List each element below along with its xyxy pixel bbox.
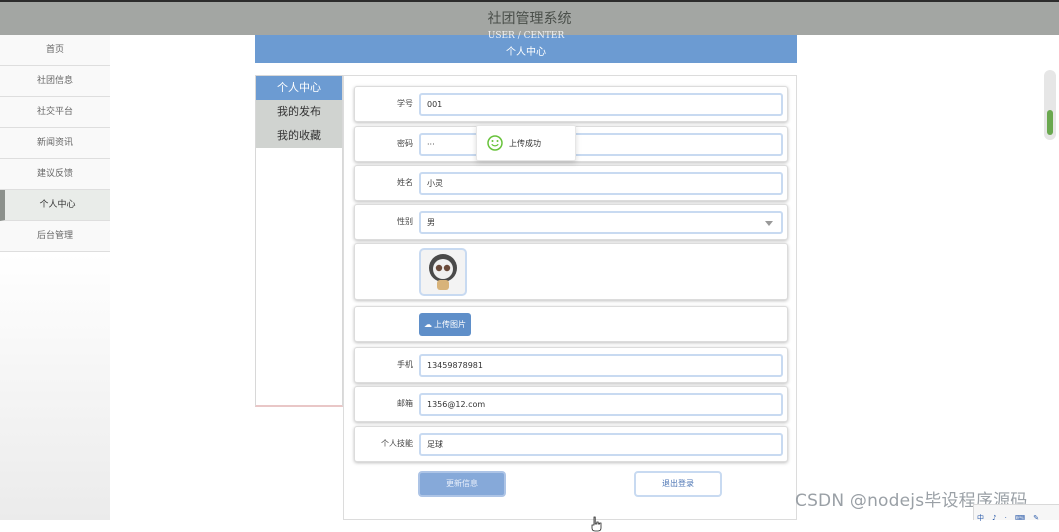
tray-item-dot[interactable]: · <box>1005 510 1007 526</box>
chevron-down-icon <box>765 221 773 226</box>
name-input[interactable]: 小灵 <box>419 172 783 195</box>
specialty-label: 个人技能 <box>381 439 413 448</box>
tray-item-pen[interactable]: ✎ <box>1033 510 1039 526</box>
password-label: 密码 <box>397 139 413 148</box>
phone-input[interactable]: 13459878981 <box>419 354 783 377</box>
name-label: 姓名 <box>397 178 413 187</box>
tab-my-posts[interactable]: 我的发布 <box>256 100 342 124</box>
vertical-scrollbar[interactable] <box>1044 70 1056 140</box>
specialty-input[interactable]: 足球 <box>419 433 783 456</box>
system-tray: 中 ♪ · ⌨ ✎ <box>973 504 1059 522</box>
main-content: USER / CENTER 个人中心 个人中心 我的发布 我的收藏 学号 001… <box>110 31 1059 532</box>
gender-label: 性别 <box>397 217 413 226</box>
banner-english-title: USER / CENTER <box>487 31 565 41</box>
gender-select[interactable]: 男 <box>419 211 783 234</box>
banner-chinese-title: 个人中心 <box>506 47 546 58</box>
tab-personal-center[interactable]: 个人中心 <box>256 76 342 100</box>
sidebar-item-club-info[interactable]: 社团信息 <box>0 66 110 97</box>
tray-item-audio[interactable]: ♪ <box>992 510 996 526</box>
password-input[interactable]: ··· <box>419 133 783 156</box>
sidebar-item-personal-center[interactable]: 个人中心 <box>0 190 110 221</box>
avatar[interactable] <box>419 248 467 296</box>
upload-row: ☁ 上传图片 <box>354 306 788 342</box>
student-id-label: 学号 <box>397 99 413 108</box>
upload-image-button[interactable]: ☁ 上传图片 <box>419 313 471 336</box>
sidebar-item-home[interactable]: 首页 <box>0 35 110 66</box>
toast-message: 上传成功 <box>509 139 541 148</box>
gender-selected-value: 男 <box>427 218 435 227</box>
email-row: 邮箱 1356@12.com <box>354 386 788 422</box>
upload-image-label: 上传图片 <box>434 320 466 329</box>
hand-cursor-icon <box>591 516 602 532</box>
tray-item-keyboard[interactable]: ⌨ <box>1015 510 1025 526</box>
student-id-input[interactable]: 001 <box>419 93 783 116</box>
tab-my-favorites[interactable]: 我的收藏 <box>256 124 342 148</box>
email-input[interactable]: 1356@12.com <box>419 393 783 416</box>
profile-tabs: 个人中心 我的发布 我的收藏 <box>255 75 343 407</box>
sidebar-item-admin[interactable]: 后台管理 <box>0 221 110 252</box>
scrollbar-thumb[interactable] <box>1047 110 1053 135</box>
logout-button[interactable]: 退出登录 <box>634 471 722 497</box>
sidebar: 首页 社团信息 社交平台 新闻资讯 建议反馈 个人中心 后台管理 <box>0 35 110 520</box>
tray-item-chinese-input[interactable]: 中 <box>977 510 984 526</box>
update-info-button[interactable]: 更新信息 <box>418 471 506 497</box>
sidebar-item-feedback[interactable]: 建议反馈 <box>0 159 110 190</box>
email-label: 邮箱 <box>397 399 413 408</box>
app-title: 社团管理系统 <box>487 11 572 27</box>
phone-row: 手机 13459878981 <box>354 347 788 383</box>
specialty-row: 个人技能 足球 <box>354 426 788 462</box>
sidebar-item-social-platform[interactable]: 社交平台 <box>0 97 110 128</box>
name-row: 姓名 小灵 <box>354 165 788 201</box>
sidebar-item-news[interactable]: 新闻资讯 <box>0 128 110 159</box>
phone-label: 手机 <box>397 360 413 369</box>
avatar-row <box>354 243 788 300</box>
smile-icon <box>487 135 503 151</box>
upload-success-toast: 上传成功 <box>476 125 576 161</box>
gender-row: 性别 男 <box>354 204 788 240</box>
student-id-row: 学号 001 <box>354 86 788 122</box>
cloud-upload-icon: ☁ <box>424 320 432 329</box>
app-title-bar: 社团管理系统 <box>0 0 1059 35</box>
avatar-image <box>429 254 457 290</box>
page-banner: USER / CENTER 个人中心 <box>255 31 797 63</box>
